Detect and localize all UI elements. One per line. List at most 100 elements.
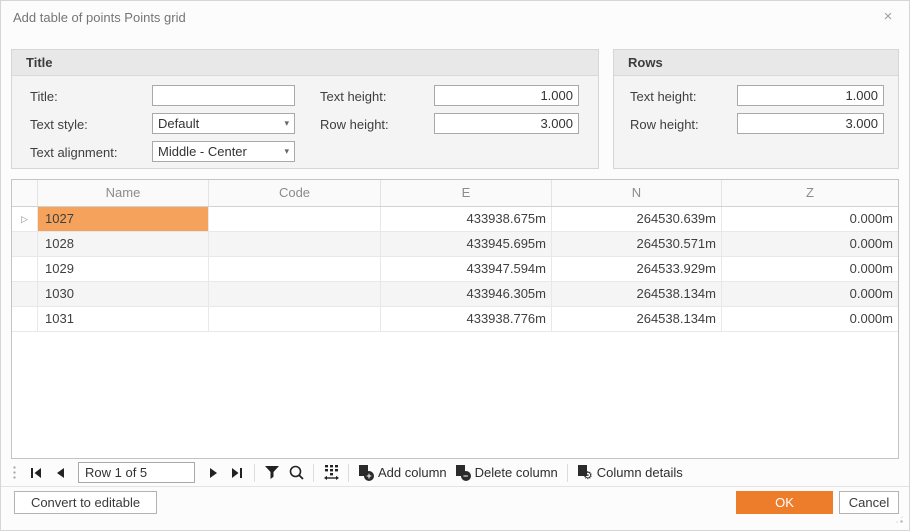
- table-row[interactable]: 1030 433946.305m 264538.134m 0.000m: [12, 282, 898, 307]
- filter-icon: [265, 466, 279, 479]
- filter-button[interactable]: [260, 461, 284, 484]
- cell-n[interactable]: 264538.134m: [552, 282, 722, 306]
- cell-code[interactable]: [209, 257, 381, 281]
- cell-z[interactable]: 0.000m: [722, 207, 898, 231]
- last-row-icon: [231, 468, 243, 478]
- resize-grip-icon[interactable]: [894, 514, 905, 525]
- first-row-button[interactable]: [24, 461, 48, 484]
- footer-divider: [1, 486, 909, 487]
- row-selector-cell: [12, 257, 38, 281]
- cell-z[interactable]: 0.000m: [722, 232, 898, 256]
- cell-n[interactable]: 264533.929m: [552, 257, 722, 281]
- convert-to-editable-button[interactable]: Convert to editable: [14, 491, 157, 514]
- column-header-code[interactable]: Code: [209, 180, 381, 206]
- gear-icon: ⚙: [583, 471, 593, 481]
- dialog-title: Add table of points Points grid: [13, 10, 186, 25]
- title-input[interactable]: [152, 85, 295, 106]
- next-row-icon: [209, 468, 218, 478]
- row-selector-cell: [12, 232, 38, 256]
- previous-row-button[interactable]: [48, 461, 72, 484]
- first-row-icon: [30, 468, 42, 478]
- table-row[interactable]: 1029 433947.594m 264533.929m 0.000m: [12, 257, 898, 282]
- grid-header-row: Name Code E N Z: [12, 180, 898, 207]
- grid-toolbar: Row 1 of 5: [11, 459, 899, 486]
- points-grid: Name Code E N Z ▷ 1027 433938.675m 26453…: [11, 179, 899, 459]
- next-row-button[interactable]: [201, 461, 225, 484]
- text-style-label: Text style:: [30, 117, 88, 132]
- row-selector-cell: [12, 307, 38, 331]
- last-row-button[interactable]: [225, 461, 249, 484]
- title-label: Title:: [30, 89, 58, 104]
- cell-code[interactable]: [209, 307, 381, 331]
- rows-text-height-label: Text height:: [630, 89, 697, 104]
- cell-name[interactable]: 1031: [38, 307, 209, 331]
- cell-code[interactable]: [209, 282, 381, 306]
- previous-row-icon: [56, 468, 65, 478]
- cell-n[interactable]: 264530.639m: [552, 207, 722, 231]
- text-alignment-value: Middle - Center: [158, 144, 247, 159]
- rows-text-height-input[interactable]: [737, 85, 884, 106]
- title-row-height-input[interactable]: [434, 113, 579, 134]
- cell-e[interactable]: 433945.695m: [381, 232, 552, 256]
- cell-name[interactable]: 1029: [38, 257, 209, 281]
- row-indicator-input[interactable]: Row 1 of 5: [78, 462, 195, 483]
- title-text-height-label: Text height:: [320, 89, 387, 104]
- rows-row-height-input[interactable]: [737, 113, 884, 134]
- cell-n[interactable]: 264538.134m: [552, 307, 722, 331]
- text-alignment-dropdown[interactable]: Middle - Center ▾: [152, 141, 295, 162]
- chevron-down-icon: ▾: [284, 114, 289, 133]
- rows-group: Rows Text height: Row height:: [613, 49, 899, 169]
- table-row[interactable]: 1031 433938.776m 264538.134m 0.000m: [12, 307, 898, 332]
- selected-cell[interactable]: 1027: [38, 207, 209, 231]
- column-details-icon: ⚙: [577, 465, 592, 480]
- cell-n[interactable]: 264530.571m: [552, 232, 722, 256]
- table-row[interactable]: ▷ 1027 433938.675m 264530.639m 0.000m: [12, 207, 898, 232]
- title-group: Title Title: Text style: Default ▾ Text …: [11, 49, 599, 169]
- text-style-dropdown[interactable]: Default ▾: [152, 113, 295, 134]
- column-header-name[interactable]: Name: [38, 180, 209, 206]
- best-fit-columns-button[interactable]: [319, 461, 343, 484]
- toolbar-separator: [313, 464, 314, 482]
- cell-e[interactable]: 433938.776m: [381, 307, 552, 331]
- column-details-label: Column details: [597, 465, 683, 480]
- delete-column-icon: −: [455, 465, 470, 480]
- table-row[interactable]: 1028 433945.695m 264530.571m 0.000m: [12, 232, 898, 257]
- text-alignment-label: Text alignment:: [30, 145, 117, 160]
- best-fit-columns-icon: [324, 465, 339, 480]
- delete-column-button[interactable]: − Delete column: [451, 461, 562, 484]
- column-header-n[interactable]: N: [552, 180, 722, 206]
- cancel-button[interactable]: Cancel: [839, 491, 899, 514]
- chevron-down-icon: ▾: [284, 142, 289, 161]
- cell-e[interactable]: 433947.594m: [381, 257, 552, 281]
- toolbar-separator: [348, 464, 349, 482]
- rows-row-height-label: Row height:: [630, 117, 699, 132]
- title-text-height-input[interactable]: [434, 85, 579, 106]
- add-table-of-points-dialog: Add table of points Points grid × Title …: [0, 0, 910, 531]
- text-style-value: Default: [158, 116, 199, 131]
- rows-group-header: Rows: [614, 50, 898, 76]
- search-button[interactable]: [284, 461, 308, 484]
- cell-z[interactable]: 0.000m: [722, 282, 898, 306]
- column-header-z[interactable]: Z: [722, 180, 898, 206]
- toolbar-grip-icon[interactable]: [13, 465, 16, 480]
- title-group-header: Title: [12, 50, 598, 76]
- current-row-arrow-icon: ▷: [12, 207, 37, 231]
- cell-z[interactable]: 0.000m: [722, 307, 898, 331]
- delete-column-label: Delete column: [475, 465, 558, 480]
- add-column-button[interactable]: + Add column: [354, 461, 451, 484]
- ok-button[interactable]: OK: [736, 491, 833, 514]
- cell-name[interactable]: 1030: [38, 282, 209, 306]
- title-row-height-label: Row height:: [320, 117, 389, 132]
- cell-z[interactable]: 0.000m: [722, 257, 898, 281]
- column-header-e[interactable]: E: [381, 180, 552, 206]
- cell-e[interactable]: 433946.305m: [381, 282, 552, 306]
- row-selector-cell: [12, 282, 38, 306]
- cell-code[interactable]: [209, 232, 381, 256]
- close-icon[interactable]: ×: [879, 8, 897, 26]
- search-icon: [289, 465, 304, 480]
- column-details-button[interactable]: ⚙ Column details: [573, 461, 687, 484]
- cell-e[interactable]: 433938.675m: [381, 207, 552, 231]
- row-selector-cell: ▷: [12, 207, 38, 231]
- cell-name[interactable]: 1028: [38, 232, 209, 256]
- cell-code[interactable]: [209, 207, 381, 231]
